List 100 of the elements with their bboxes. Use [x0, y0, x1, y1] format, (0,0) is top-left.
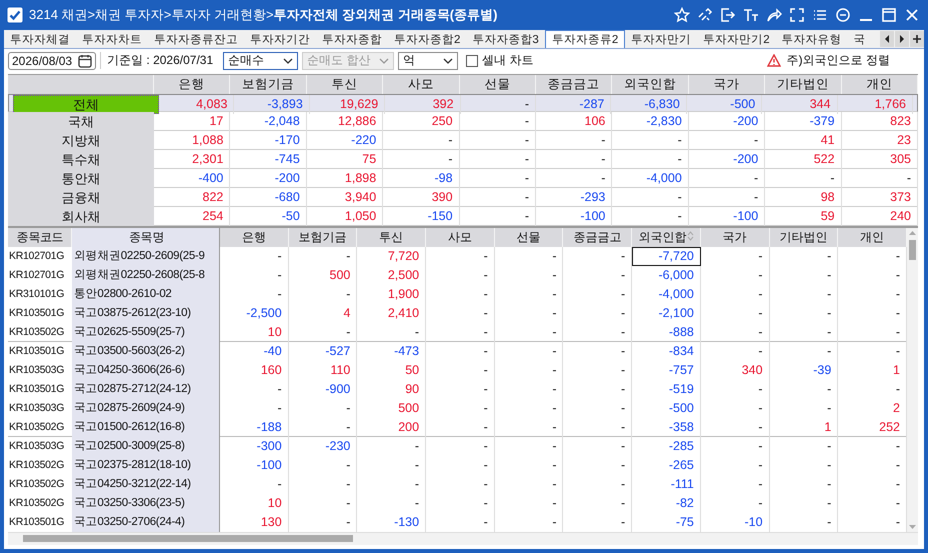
table-cell: -4,000: [612, 169, 689, 188]
table-cell: -: [770, 247, 838, 266]
table-cell: -500: [686, 95, 762, 114]
table-cell: -: [460, 112, 536, 131]
column-header[interactable]: 개인: [838, 228, 907, 247]
tab[interactable]: 투자자종합: [316, 30, 388, 48]
tab[interactable]: 투자자종합3: [466, 30, 545, 48]
tab[interactable]: 국: [848, 30, 872, 48]
column-header[interactable]: 선물: [494, 228, 564, 247]
date-field[interactable]: 2026/08/03: [8, 52, 96, 70]
star-icon[interactable]: [674, 7, 690, 23]
vertical-scrollbar[interactable]: [907, 228, 918, 532]
table-cell: 59: [765, 207, 842, 226]
table-cell: -: [460, 188, 536, 207]
table-cell: -: [770, 342, 838, 361]
table-cell: 4,083: [159, 95, 234, 114]
tab[interactable]: 투자자종합2: [388, 30, 466, 48]
table-cell: -200: [688, 112, 766, 131]
tab[interactable]: 투자자만기2: [697, 30, 776, 48]
row-header[interactable]: 국채: [8, 112, 154, 131]
table-cell: 500: [288, 266, 358, 285]
row-header[interactable]: 회사채: [8, 207, 154, 226]
table-cell: -: [563, 266, 632, 285]
column-header[interactable]: 종금금고: [563, 228, 632, 247]
tab[interactable]: 투자자기간: [244, 30, 316, 48]
table-cell: -900: [288, 380, 358, 399]
dropdown[interactable]: 억: [398, 52, 458, 70]
chart-checkbox[interactable]: 셀내 차트: [466, 52, 534, 69]
column-header: 국가: [688, 75, 766, 94]
table-cell: -: [494, 285, 564, 304]
dropdown[interactable]: 순매수: [223, 52, 298, 70]
scrollbar-thumb[interactable]: [23, 535, 353, 542]
list-icon[interactable]: [812, 7, 828, 23]
tab[interactable]: 투자자체결: [4, 30, 76, 48]
add-icon[interactable]: [910, 31, 924, 47]
table-cell: -: [536, 150, 612, 169]
tab[interactable]: 투자자종류2: [544, 30, 626, 48]
caret-icon[interactable]: [443, 58, 454, 64]
column-header: 투신: [306, 75, 384, 94]
table-cell: -: [700, 475, 770, 494]
scroll-right-icon[interactable]: [895, 31, 909, 47]
tab[interactable]: 투자자종류잔고: [148, 30, 244, 48]
tab[interactable]: 투자자만기: [625, 30, 698, 48]
table-cell: 국고03250-2706(24-4): [72, 513, 220, 532]
horizontal-scrollbar[interactable]: [8, 532, 918, 545]
table-cell: 1,766: [838, 95, 913, 114]
table-cell: -200: [688, 150, 766, 169]
table-cell: -: [700, 304, 770, 323]
column-header[interactable]: 기타법인: [770, 228, 838, 247]
caret-icon[interactable]: [283, 58, 294, 64]
table-cell: -170: [230, 131, 307, 150]
column-header: 은행: [154, 75, 230, 94]
table-cell-text: KR103503G: [8, 439, 66, 454]
tab[interactable]: 투자자유형: [776, 30, 848, 48]
table-cell: 41: [765, 131, 842, 150]
column-header[interactable]: 은행: [220, 228, 289, 247]
table-cell: -2,048: [230, 112, 307, 131]
scroll-left-icon[interactable]: [880, 31, 894, 47]
row-header[interactable]: 금융채: [8, 188, 154, 207]
table-cell-text: KR103501G: [8, 515, 66, 530]
table-cell: -: [688, 188, 766, 207]
table-cell: 12,886: [306, 112, 384, 131]
table-cell: 국고04250-3606(26-6): [72, 361, 220, 380]
table-cell: -285: [632, 437, 701, 456]
close-icon[interactable]: [904, 7, 920, 23]
export-icon[interactable]: [720, 7, 736, 23]
column-header: 보험기금: [230, 75, 307, 94]
column-header[interactable]: 외국인합: [632, 228, 701, 247]
table-cell: -98: [383, 169, 460, 188]
text-size-icon[interactable]: [743, 7, 759, 23]
row-header[interactable]: 특수채: [8, 150, 154, 169]
table-cell: 1: [770, 418, 838, 437]
table-cell: 250: [383, 112, 460, 131]
table-cell: -: [494, 456, 564, 475]
column-header[interactable]: 사모: [426, 228, 495, 247]
table-cell: -: [563, 399, 632, 418]
row-header[interactable]: 지방채: [8, 131, 154, 150]
table-cell: -680: [230, 188, 307, 207]
table-cell: 254: [154, 207, 230, 226]
tab[interactable]: 투자자차트: [76, 30, 148, 48]
fullscreen-icon[interactable]: [789, 7, 805, 23]
scrollbar-thumb[interactable]: [909, 240, 916, 260]
column-header[interactable]: 보험기금: [288, 228, 358, 247]
column-header[interactable]: 투신: [357, 228, 426, 247]
share-icon[interactable]: [766, 7, 782, 23]
row-header[interactable]: 통안채: [8, 169, 154, 188]
table-cell: -: [563, 247, 632, 266]
table-cell: -: [288, 494, 358, 513]
table-cell: 통안02800-2610-02: [72, 285, 220, 304]
calendar-icon[interactable]: [78, 54, 92, 68]
table-cell: -: [288, 399, 358, 418]
table-cell: -834: [632, 342, 701, 361]
table-cell: 106: [536, 112, 612, 131]
table-cell: -400: [154, 169, 230, 188]
maximize-icon[interactable]: [881, 7, 897, 23]
column-header[interactable]: 국가: [700, 228, 770, 247]
table-cell: -: [563, 342, 632, 361]
row-header[interactable]: 전체: [13, 95, 159, 114]
table-cell: -: [426, 380, 495, 399]
table-cell: 7,720: [357, 247, 426, 266]
